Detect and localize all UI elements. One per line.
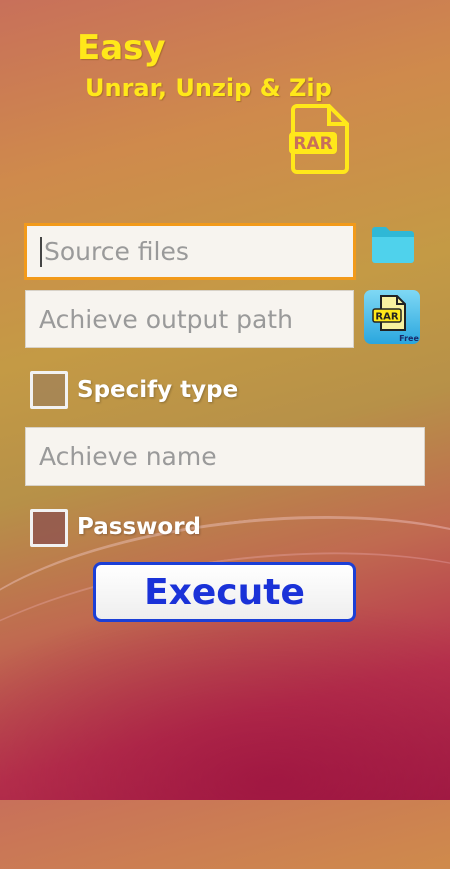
source-files-placeholder: Source files xyxy=(44,237,189,266)
output-path-placeholder: Achieve output path xyxy=(39,304,293,334)
free-badge-text: Free xyxy=(399,334,419,343)
folder-icon[interactable] xyxy=(370,222,416,270)
achieve-name-input[interactable]: Achieve name xyxy=(25,427,425,486)
achieve-name-placeholder: Achieve name xyxy=(39,442,217,471)
rar-file-logo-icon: RAR xyxy=(287,102,353,178)
output-path-input[interactable]: Achieve output path xyxy=(25,290,354,348)
password-checkbox[interactable] xyxy=(30,509,68,547)
execute-button[interactable]: Execute xyxy=(93,562,356,622)
app-title-subtitle: Unrar, Unzip & Zip xyxy=(85,74,332,102)
specify-type-label: Specify type xyxy=(77,377,239,403)
password-label: Password xyxy=(77,514,201,540)
text-cursor xyxy=(40,236,42,267)
source-files-input[interactable]: Source files xyxy=(24,223,356,280)
specify-type-checkbox[interactable] xyxy=(30,371,68,409)
rar-archive-icon[interactable]: RAR Free xyxy=(363,289,421,349)
app-title-easy: Easy xyxy=(77,28,166,68)
rar-icon-text: RAR xyxy=(375,312,398,323)
rar-logo-text: RAR xyxy=(293,134,332,154)
